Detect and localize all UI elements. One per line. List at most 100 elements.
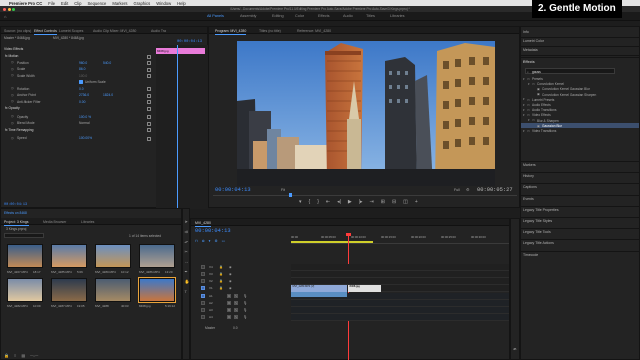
captions-icon[interactable]: ▭ bbox=[222, 239, 225, 243]
project-item-thumbnail[interactable] bbox=[95, 244, 131, 268]
menu-item-clip[interactable]: Clip bbox=[74, 1, 81, 6]
timeline-settings-icon[interactable]: ⚙ bbox=[214, 239, 217, 243]
panel-captions[interactable]: Captions bbox=[523, 185, 537, 189]
tab-program-mvi-4280[interactable]: Program: MVI_4280 bbox=[215, 29, 247, 35]
track-target-toggle[interactable] bbox=[201, 301, 205, 305]
icon-view-icon[interactable]: ▦ bbox=[21, 353, 25, 358]
ec-value2-position[interactable]: 540.0 bbox=[103, 61, 111, 65]
project-item-thumbnail[interactable] bbox=[51, 244, 87, 268]
panel-history[interactable]: History bbox=[523, 174, 534, 178]
menu-item-graphics[interactable]: Graphics bbox=[133, 1, 150, 6]
zoom-window-icon[interactable] bbox=[12, 7, 15, 11]
track-select-tool-icon[interactable]: ⇉ bbox=[185, 229, 188, 234]
program-scrubber[interactable] bbox=[213, 195, 517, 196]
ec-keyframe-toggle[interactable] bbox=[147, 74, 151, 78]
play-icon[interactable]: ▶ bbox=[348, 199, 352, 205]
hand-tool-icon[interactable]: ✋ bbox=[185, 279, 190, 284]
ec-keyframe-toggle[interactable] bbox=[147, 61, 151, 65]
solo-track-button[interactable]: S bbox=[234, 301, 238, 305]
lock-icon[interactable]: 🔒 bbox=[4, 353, 9, 358]
workspace-tab-effects[interactable]: Effects bbox=[318, 14, 330, 18]
close-window-icon[interactable] bbox=[3, 7, 6, 11]
ec-value-rotation[interactable]: 0.0 bbox=[79, 87, 84, 91]
workspace-tab-editing[interactable]: Editing bbox=[272, 14, 284, 18]
settings-wrench-icon[interactable]: ⚙ bbox=[466, 187, 470, 192]
menu-item-help[interactable]: Help bbox=[177, 1, 186, 6]
minimize-window-icon[interactable] bbox=[7, 7, 11, 11]
mark-in-icon[interactable]: ▾ bbox=[299, 199, 302, 205]
add-button-icon[interactable]: + bbox=[415, 199, 418, 205]
tab-audio-tra[interactable]: Audio Tra bbox=[151, 29, 166, 33]
program-video-frame[interactable] bbox=[237, 41, 495, 186]
chevron-down-icon[interactable]: ▾ bbox=[523, 129, 525, 134]
mute-track-button[interactable]: M bbox=[227, 315, 231, 319]
effects-tree-video-transitions[interactable]: Video Transitions bbox=[532, 129, 556, 133]
slip-tool-icon[interactable]: ↔ bbox=[185, 259, 189, 264]
ec-keyframe-toggle[interactable] bbox=[147, 87, 151, 91]
lock-track-icon[interactable]: 🔒 bbox=[219, 286, 223, 291]
step-back-icon[interactable]: ◂| bbox=[337, 199, 341, 205]
panel-metadata[interactable]: Metadata bbox=[523, 48, 538, 52]
track-lane[interactable] bbox=[291, 264, 509, 271]
menu-item-file[interactable]: File bbox=[48, 1, 55, 6]
uniform-scale-checkbox[interactable] bbox=[79, 80, 83, 85]
panel-legacy-title-styles[interactable]: Legacy Title Styles bbox=[523, 219, 552, 223]
add-marker-icon[interactable]: ▾ bbox=[209, 239, 211, 243]
program-quality-dropdown[interactable]: Full bbox=[454, 188, 460, 192]
workspace-tab-audio[interactable]: Audio bbox=[343, 14, 353, 18]
effects-tree-convolution-kernel-gaussian-blur[interactable]: Convolution Kernel Gaussian Blur bbox=[542, 87, 590, 91]
effects-tree-blur-sharpen[interactable]: Blur & Sharpen bbox=[537, 119, 559, 123]
ec-mini-timeline[interactable] bbox=[156, 45, 208, 209]
project-item-mvi-4280-mp4[interactable]: MVI_4280.MP4 bbox=[95, 270, 116, 274]
eye-icon[interactable]: ◉ bbox=[229, 286, 232, 291]
stopwatch-icon[interactable]: ◷ bbox=[11, 136, 14, 141]
lock-track-icon[interactable]: 🔒 bbox=[219, 265, 223, 270]
project-item-mvi-4285-mp4[interactable]: MVI_4285.MP4 bbox=[51, 270, 72, 274]
ec-clip-bar[interactable]: 8468.jpg bbox=[156, 48, 205, 54]
solo-track-button[interactable]: S bbox=[234, 294, 238, 298]
workspace-tab-assembly[interactable]: Assembly bbox=[240, 14, 256, 18]
lock-track-icon[interactable]: 🔒 bbox=[219, 279, 223, 284]
step-forward-icon[interactable]: |▸ bbox=[359, 199, 363, 205]
tab-media-browser[interactable]: Media Browser bbox=[43, 220, 66, 224]
overwrite-icon[interactable]: ⊟ bbox=[392, 199, 396, 205]
export-frame-icon[interactable]: ◫ bbox=[403, 199, 408, 205]
menu-item-window[interactable]: Window bbox=[156, 1, 171, 6]
home-icon[interactable]: ⌂ bbox=[4, 14, 6, 19]
project-search-input[interactable] bbox=[4, 233, 44, 238]
snap-icon[interactable]: ⊓ bbox=[195, 239, 198, 243]
menu-item-markers[interactable]: Markers bbox=[112, 1, 127, 6]
list-view-icon[interactable]: ≡ bbox=[14, 353, 16, 358]
track-target-toggle[interactable] bbox=[201, 308, 205, 312]
panel-info[interactable]: Info bbox=[523, 30, 529, 34]
mute-track-button[interactable]: M bbox=[227, 294, 231, 298]
track-lane[interactable] bbox=[291, 271, 509, 278]
zoom-slider-icon[interactable]: ─○─ bbox=[30, 353, 38, 358]
tab-libraries[interactable]: Libraries bbox=[81, 220, 94, 224]
ec-value-scale-width[interactable]: 100.0 bbox=[79, 74, 87, 78]
track-lane[interactable] bbox=[291, 314, 509, 321]
effects-tree-audio-transitions[interactable]: Audio Transitions bbox=[532, 108, 556, 112]
pen-tool-icon[interactable]: ✒ bbox=[185, 269, 188, 274]
ec-reset-icon[interactable] bbox=[147, 106, 151, 111]
track-target-toggle[interactable] bbox=[201, 315, 205, 319]
tab-effect-controls[interactable]: Effect Controls bbox=[34, 29, 57, 35]
project-item-mvi-4207-mp4[interactable]: MVI_4207.MP4 bbox=[7, 270, 28, 274]
clip-v1[interactable]: MVI_4280.MP4 [V] bbox=[291, 285, 347, 292]
stopwatch-icon[interactable]: ◷ bbox=[11, 93, 14, 98]
ec-effect-fx-motion[interactable]: fx Motion bbox=[5, 54, 18, 58]
ec-value-speed[interactable]: 100.00% bbox=[79, 136, 92, 140]
program-fit-dropdown[interactable]: Fit bbox=[281, 188, 285, 192]
selection-tool-icon[interactable]: ➤ bbox=[185, 219, 188, 224]
ec-value-anti-flicker-filter[interactable]: 0.00 bbox=[79, 100, 85, 104]
track-lane[interactable] bbox=[291, 278, 509, 285]
ec-value2-anchor-point[interactable]: 1824.0 bbox=[103, 93, 113, 97]
workspace-tab-color[interactable]: Color bbox=[295, 14, 304, 18]
project-item-mvi-4286-mp4[interactable]: MVI_4286.MP4 bbox=[139, 270, 160, 274]
chevron-down-icon[interactable]: ▾ bbox=[528, 82, 530, 87]
ec-effect-fx-time-remapping[interactable]: fx Time Remapping bbox=[5, 128, 33, 132]
mark-out-bracket-icon[interactable]: } bbox=[317, 199, 319, 205]
panel-lumetri-color[interactable]: Lumetri Color bbox=[523, 39, 544, 43]
menu-item-premiere-pro-cc[interactable]: Premiere Pro CC bbox=[9, 1, 42, 6]
chevron-down-icon[interactable]: ▾ bbox=[523, 113, 525, 118]
